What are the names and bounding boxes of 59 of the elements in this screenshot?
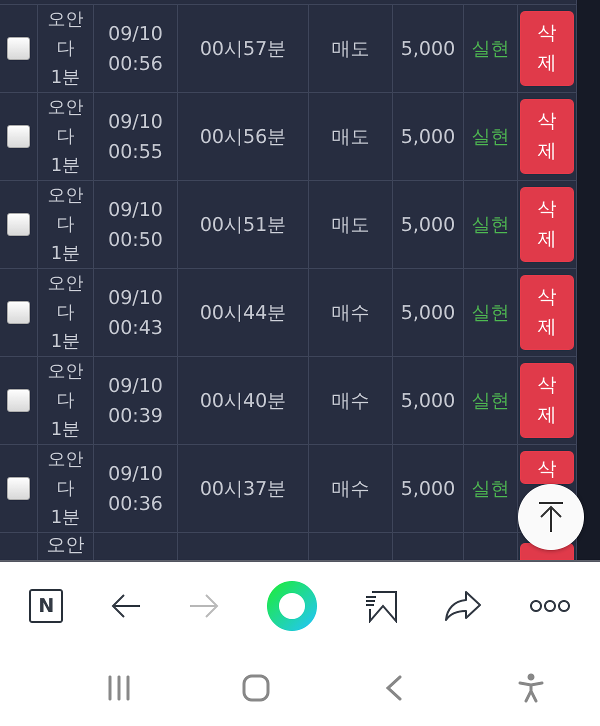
table-cell-text: 00시51분: [200, 212, 286, 238]
accessibility-button[interactable]: [518, 673, 544, 703]
row-checkbox[interactable]: [7, 389, 30, 412]
delete-button[interactable]: 삭: [520, 451, 574, 484]
share-button[interactable]: [444, 590, 482, 622]
table-cell-text: 09/10 00:43: [107, 286, 164, 340]
table-cell-text: 00시40분: [200, 388, 286, 414]
table-cell-text: 09/10 00:36: [107, 462, 164, 516]
bookmark-button[interactable]: [364, 589, 398, 623]
table-cell-text: 매도: [332, 124, 370, 150]
table-cell-text: 00시44분: [200, 300, 286, 326]
row-checkbox[interactable]: [7, 301, 30, 324]
home-button[interactable]: [242, 674, 270, 702]
status-text: 실현: [472, 300, 510, 326]
recents-button[interactable]: [106, 675, 132, 701]
row-checkbox[interactable]: [7, 37, 30, 60]
table-cell-text: 매수: [332, 388, 370, 414]
table-cell: 5,000: [400, 38, 456, 60]
table-cell-text: 09/10 00:50: [107, 198, 164, 252]
table-cell-text: 오안다 1분: [46, 272, 84, 354]
table-cell-text: 오안: [46, 533, 84, 558]
table-cell: 5,000: [400, 126, 456, 148]
row-checkbox[interactable]: [7, 125, 30, 148]
status-text: 실현: [472, 124, 510, 150]
row-checkbox[interactable]: [7, 477, 30, 500]
table-cell-text: 00시57분: [200, 36, 286, 62]
tabs-button[interactable]: N: [29, 589, 64, 623]
table-cell-text: 오안다 1분: [46, 360, 84, 442]
table-cell-text: 09/10 00:55: [107, 110, 164, 164]
table-cell-text: 매도: [332, 212, 370, 238]
back-button[interactable]: [110, 593, 142, 619]
table-cell: 5,000: [400, 302, 456, 324]
home-button[interactable]: [266, 581, 317, 631]
table-cell-text: 00시37분: [200, 476, 286, 502]
delete-button[interactable]: 삭제: [520, 99, 574, 174]
table-cell-text: 오안다 1분: [46, 448, 84, 530]
status-text: 실현: [472, 388, 510, 414]
table-cell-text: 00시56분: [200, 124, 286, 150]
table-cell-text: 매도: [332, 36, 370, 62]
table-cell: 5,000: [400, 390, 456, 412]
row-checkbox[interactable]: [7, 213, 30, 236]
table-cell-text: 매수: [332, 476, 370, 502]
delete-button[interactable]: 삭제: [520, 187, 574, 262]
delete-button[interactable]: 삭제: [520, 275, 574, 350]
status-text: 실현: [472, 36, 510, 62]
status-text: 실현: [472, 476, 510, 502]
table-cell-text: 오안다 1분: [46, 8, 84, 90]
table-cell-text: 09/10 00:39: [107, 374, 164, 428]
table-cell-text: 오안다 1분: [46, 96, 84, 178]
status-text: 실현: [472, 212, 510, 238]
arrow-up-icon: [538, 502, 564, 532]
table-cell-text: 매수: [332, 300, 370, 326]
table-cell-text: 오안다 1분: [46, 184, 84, 266]
delete-button[interactable]: 삭제: [520, 363, 574, 438]
more-button[interactable]: [528, 599, 571, 613]
delete-button[interactable]: 삭제: [520, 11, 574, 86]
table-cell: 5,000: [400, 478, 456, 500]
table-cell: 5,000: [400, 214, 456, 236]
table-cell-text: 09/10 00:56: [107, 22, 164, 76]
